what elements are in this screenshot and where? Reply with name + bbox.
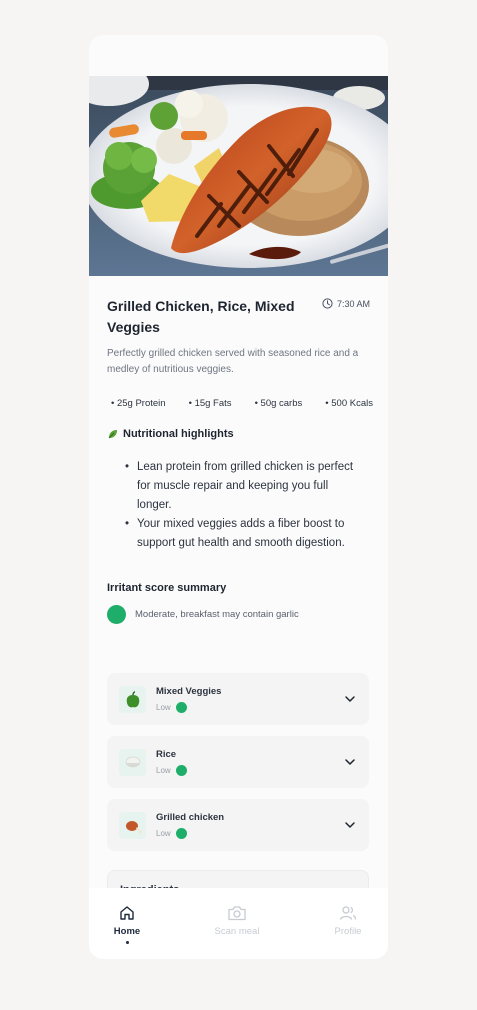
chevron-down-icon[interactable]: [344, 756, 356, 768]
irritant-summary-text: Moderate, breakfast may contain garlic: [135, 609, 299, 620]
irritant-item-level: Low: [156, 702, 187, 713]
highlights-heading: Nutritional highlights: [107, 428, 234, 440]
meal-description: Perfectly grilled chicken served with se…: [107, 348, 359, 375]
users-icon: [339, 906, 357, 920]
irritant-item-grilled-chicken[interactable]: Grilled chicken Low: [107, 799, 369, 851]
irritant-item-level: Low: [156, 765, 187, 776]
rice-bowl-icon: [119, 749, 146, 776]
irritant-item-rice[interactable]: Rice Low: [107, 736, 369, 788]
macro-protein: 25g Protein: [111, 398, 166, 409]
irritant-level-text: Low: [156, 703, 171, 712]
home-icon: [120, 906, 134, 920]
irritant-status-dot: [107, 605, 126, 624]
irritant-level-text: Low: [156, 829, 171, 838]
meal-photo: [89, 76, 388, 276]
meal-title: Grilled Chicken, Rice, Mixed Veggies: [107, 298, 295, 335]
bell-pepper-icon: [119, 686, 146, 713]
highlights-heading-text: Nutritional highlights: [123, 428, 234, 440]
title-row: Grilled Chicken, Rice, Mixed Veggies 7:3…: [107, 296, 370, 338]
macro-carbs: 50g carbs: [255, 398, 303, 409]
leaf-icon: [108, 430, 117, 439]
level-dot: [175, 828, 187, 839]
macros-row: 25g Protein 15g Fats 50g carbs 500 Kcals: [111, 398, 373, 409]
level-dot: [175, 702, 187, 713]
chicken-leg-icon: [119, 812, 146, 839]
nav-scan-label: Scan meal: [214, 926, 260, 937]
irritant-heading: Irritant score summary: [107, 582, 227, 594]
bottom-nav: Home Scan meal Profile: [89, 888, 388, 959]
meal-details: Grilled Chicken, Rice, Mixed Veggies 7:3…: [89, 276, 388, 910]
nav-profile-label: Profile: [334, 926, 362, 937]
level-dot: [175, 765, 187, 776]
irritant-item-level: Low: [156, 828, 187, 839]
nav-home[interactable]: Home: [89, 904, 167, 944]
irritant-summary: Moderate, breakfast may contain garlic: [107, 605, 299, 624]
highlight-item: Your mixed veggies adds a fiber boost to…: [125, 515, 365, 553]
highlight-item: Lean protein from grilled chicken is per…: [125, 458, 365, 515]
irritant-item-name: Rice: [156, 749, 177, 760]
irritant-item-mixed-veggies[interactable]: Mixed Veggies Low: [107, 673, 369, 725]
phone-screen: Grilled Chicken, Rice, Mixed Veggies 7:3…: [89, 35, 388, 959]
highlights-list: Lean protein from grilled chicken is per…: [125, 458, 365, 553]
nav-home-label: Home: [113, 926, 141, 937]
camera-icon: [228, 906, 246, 921]
active-indicator: [125, 941, 129, 944]
irritant-item-name: Mixed Veggies: [156, 686, 222, 697]
irritant-level-text: Low: [156, 766, 171, 775]
irritant-item-name: Grilled chicken: [156, 812, 225, 823]
macro-kcals: 500 Kcals: [325, 398, 373, 409]
nav-profile[interactable]: Profile: [308, 904, 388, 937]
meal-time-text: 7:30 AM: [336, 298, 370, 309]
nav-scan-meal[interactable]: Scan meal: [197, 904, 277, 937]
clock-icon: [322, 298, 333, 309]
macro-fats: 15g Fats: [189, 398, 232, 409]
meal-time: 7:30 AM: [322, 298, 370, 309]
chevron-down-icon[interactable]: [344, 693, 356, 705]
chevron-down-icon[interactable]: [344, 819, 356, 831]
